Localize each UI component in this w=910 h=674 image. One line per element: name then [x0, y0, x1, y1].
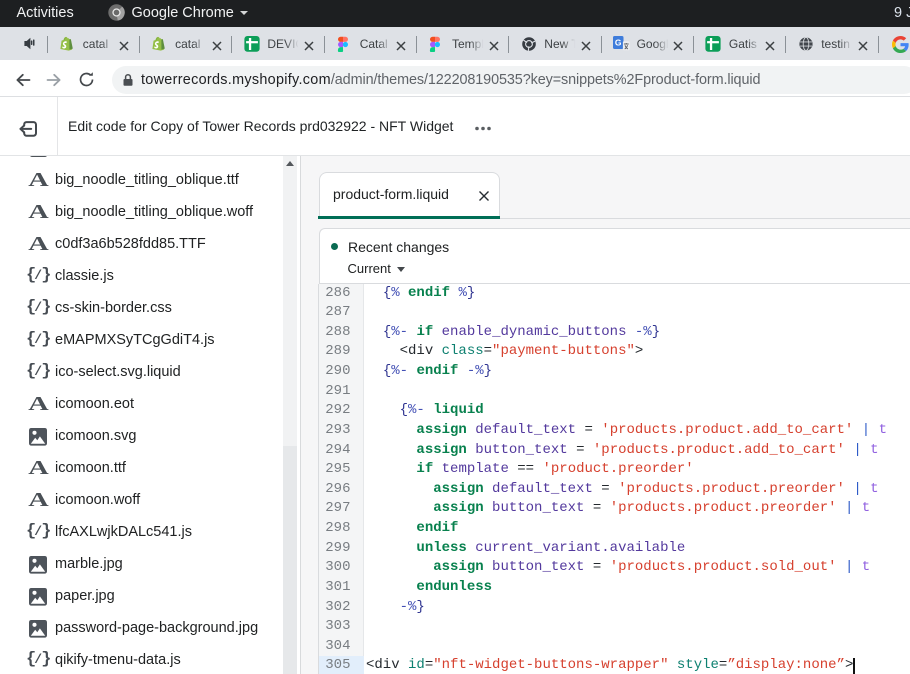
svg-text:G: G [615, 38, 622, 48]
